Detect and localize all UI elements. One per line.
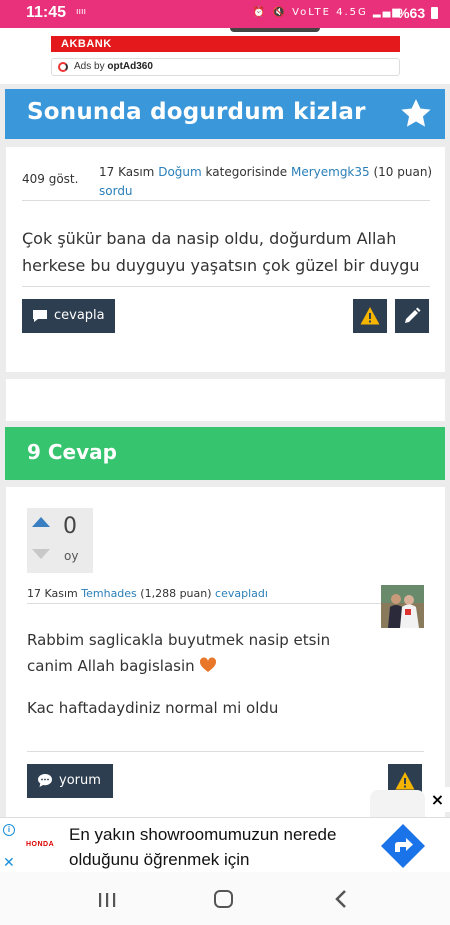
comment-button-label: yorum: [59, 773, 101, 788]
divider: [22, 286, 430, 287]
battery-indicator: %63: [397, 5, 438, 21]
question-date: 17 Kasım: [99, 165, 155, 179]
mute-icon: 🔇: [272, 7, 287, 18]
optad-logo-icon: [58, 62, 68, 72]
downvote-arrow-icon[interactable]: [32, 549, 50, 559]
vote-count: 0: [63, 514, 77, 539]
divider: [27, 751, 424, 752]
answer-button[interactable]: cevapla: [22, 299, 115, 333]
avatar-photo: [381, 585, 424, 628]
answer-card: 0 oy 17 Kasım Temhades (1,288 puan) ceva…: [6, 487, 445, 817]
chat-bubble-icon: [33, 309, 47, 322]
question-card: 409 göst. 17 Kasım Doğum kategorisinde M…: [6, 147, 445, 372]
edit-button[interactable]: [395, 299, 429, 333]
close-ad-button[interactable]: ×: [425, 787, 450, 812]
ad-image-edge: [230, 28, 320, 32]
vote-label: oy: [64, 549, 79, 563]
ad-text[interactable]: En yakın showroomumuzun nerede olduğunu …: [69, 822, 379, 872]
ad-info-icon[interactable]: i: [3, 824, 15, 836]
answers-count-title: 9 Cevap: [27, 440, 117, 464]
answer-line-1: Rabbim saglicakla buyutmek nasip etsin: [27, 631, 331, 649]
bottom-ad-banner[interactable]: i ✕ HONDA En yakın showroomumuzun nerede…: [0, 817, 450, 872]
signal-mini-icon: ıııı: [76, 7, 87, 17]
heart-emoji-icon: [199, 657, 216, 672]
clock: 11:45: [26, 4, 67, 21]
recent-apps-icon[interactable]: [98, 892, 116, 908]
home-icon[interactable]: [214, 890, 233, 908]
pencil-icon: [405, 307, 421, 323]
favorite-star-icon[interactable]: [399, 97, 433, 131]
spacer-card: [6, 379, 445, 421]
question-action-link[interactable]: sordu: [99, 184, 133, 198]
answer-button-label: cevapla: [54, 308, 105, 323]
report-button[interactable]: [353, 299, 387, 333]
question-header: Sonunda dogurdum kizlar: [5, 89, 445, 139]
answer-text: Rabbim saglicakla buyutmek nasip etsin c…: [27, 627, 427, 679]
vote-box: 0 oy: [27, 508, 93, 573]
ads-by-name: optAd360: [107, 61, 153, 72]
asker-points: (10 puan): [373, 165, 433, 179]
answers-header: 9 Cevap: [5, 427, 445, 480]
warning-icon: [395, 772, 415, 790]
system-nav-bar: [0, 872, 450, 925]
answer-meta: 17 Kasım Temhades (1,288 puan) cevapladı: [27, 587, 268, 600]
question-text: Çok şükür bana da nasip oldu, doğurdum A…: [22, 229, 420, 275]
comment-bubble-icon: [38, 774, 52, 787]
alarm-icon: ⏰: [252, 7, 268, 18]
ad-brand-akbank[interactable]: AKBANK: [51, 36, 400, 52]
question-title: Sonunda dogurdum kizlar: [27, 99, 366, 125]
network-status: ⏰ 🔇 VoLTE 4.5G ▂▄▆: [253, 7, 402, 18]
ads-by-prefix: Ads by: [74, 61, 105, 72]
divider: [22, 200, 430, 201]
upvote-arrow-icon[interactable]: [32, 517, 50, 527]
ads-by-bar[interactable]: Ads by optAd360: [51, 58, 400, 76]
avatar[interactable]: [381, 585, 424, 628]
ad-tab: [370, 790, 425, 817]
divider: [27, 603, 382, 604]
asker-link[interactable]: Meryemgk35: [291, 165, 370, 179]
answerer-points: (1,288 puan): [140, 587, 212, 600]
battery-icon: [431, 7, 438, 19]
category-link[interactable]: Doğum: [158, 165, 202, 179]
network-label: VoLTE 4.5G: [292, 7, 368, 18]
directions-arrow-icon[interactable]: [380, 823, 426, 869]
category-suffix: kategorisinde: [205, 165, 288, 179]
view-count: 409 göst.: [22, 172, 79, 186]
honda-logo: HONDA: [26, 841, 55, 848]
answer-date: 17 Kasım: [27, 587, 78, 600]
comment-button[interactable]: yorum: [27, 764, 113, 798]
status-bar: 11:45 ıııı ⏰ 🔇 VoLTE 4.5G ▂▄▆ %63: [0, 0, 450, 28]
answerer-link[interactable]: Temhades: [81, 587, 137, 600]
ad-dismiss-icon[interactable]: ✕: [3, 854, 15, 871]
question-meta: 17 Kasım Doğum kategorisinde Meryemgk35 …: [99, 163, 439, 201]
back-icon[interactable]: [334, 889, 348, 909]
answer-line-3: Kac haftadaydiniz normal mi oldu: [27, 699, 279, 717]
answer-line-2: canim Allah bagislasin: [27, 657, 195, 675]
warning-icon: [360, 307, 380, 325]
top-ad-banner[interactable]: AKBANK Ads by optAd360: [0, 28, 450, 84]
answer-action-link[interactable]: cevapladı: [215, 587, 268, 600]
battery-percent: %63: [397, 5, 426, 21]
